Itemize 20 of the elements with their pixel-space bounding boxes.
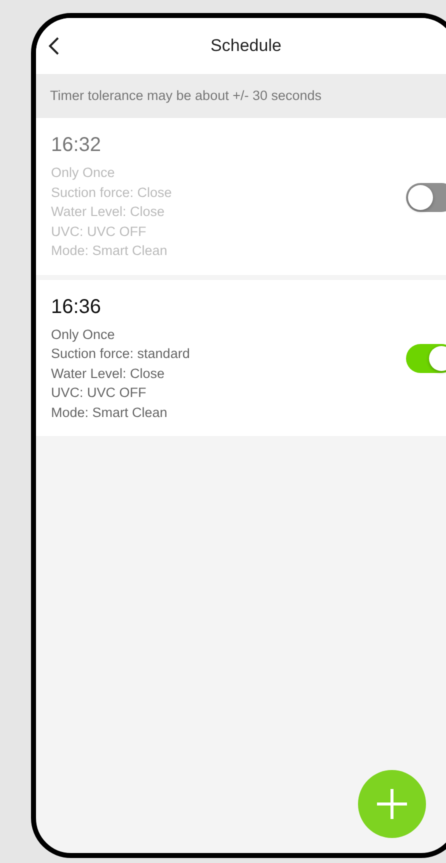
schedule-detail: UVC: UVC OFF [51, 222, 148, 240]
schedule-time: 16:32 [51, 134, 102, 157]
schedule-detail: Water Level: Close [51, 364, 166, 382]
screen-title: Schedule [210, 36, 282, 56]
schedule-detail: Suction force: standard [51, 345, 190, 363]
schedule-detail: Mode: Smart Clean [51, 242, 168, 260]
schedule-detail: UVC: UVC OFF [51, 384, 148, 402]
schedule-card[interactable]: 16:32 Only Once Suction force: Close Water Level: Close UVC: UVC OFF Mode: Smart Clean [36, 118, 446, 274]
schedule-detail: Suction force: Close [51, 184, 172, 202]
schedule-card[interactable]: 16:36 Only Once Suction force: standard Water Level: Close UVC: UVC OFF Mode: Smart Clean [36, 280, 446, 436]
toggle-switch[interactable] [406, 182, 446, 212]
schedule-detail: Mode: Smart Clean [51, 404, 168, 422]
schedule-time: 16:36 [51, 296, 102, 318]
back-icon[interactable] [48, 36, 60, 56]
schedule-detail: Water Level: Close [51, 203, 166, 221]
toggle-switch[interactable] [406, 344, 446, 374]
plus-icon [375, 787, 409, 821]
schedule-detail: Only Once [51, 164, 116, 182]
schedule-detail: Only Once [51, 326, 116, 344]
notice-banner: Timer tolerance may be about +/- 30 seconds [36, 74, 446, 118]
